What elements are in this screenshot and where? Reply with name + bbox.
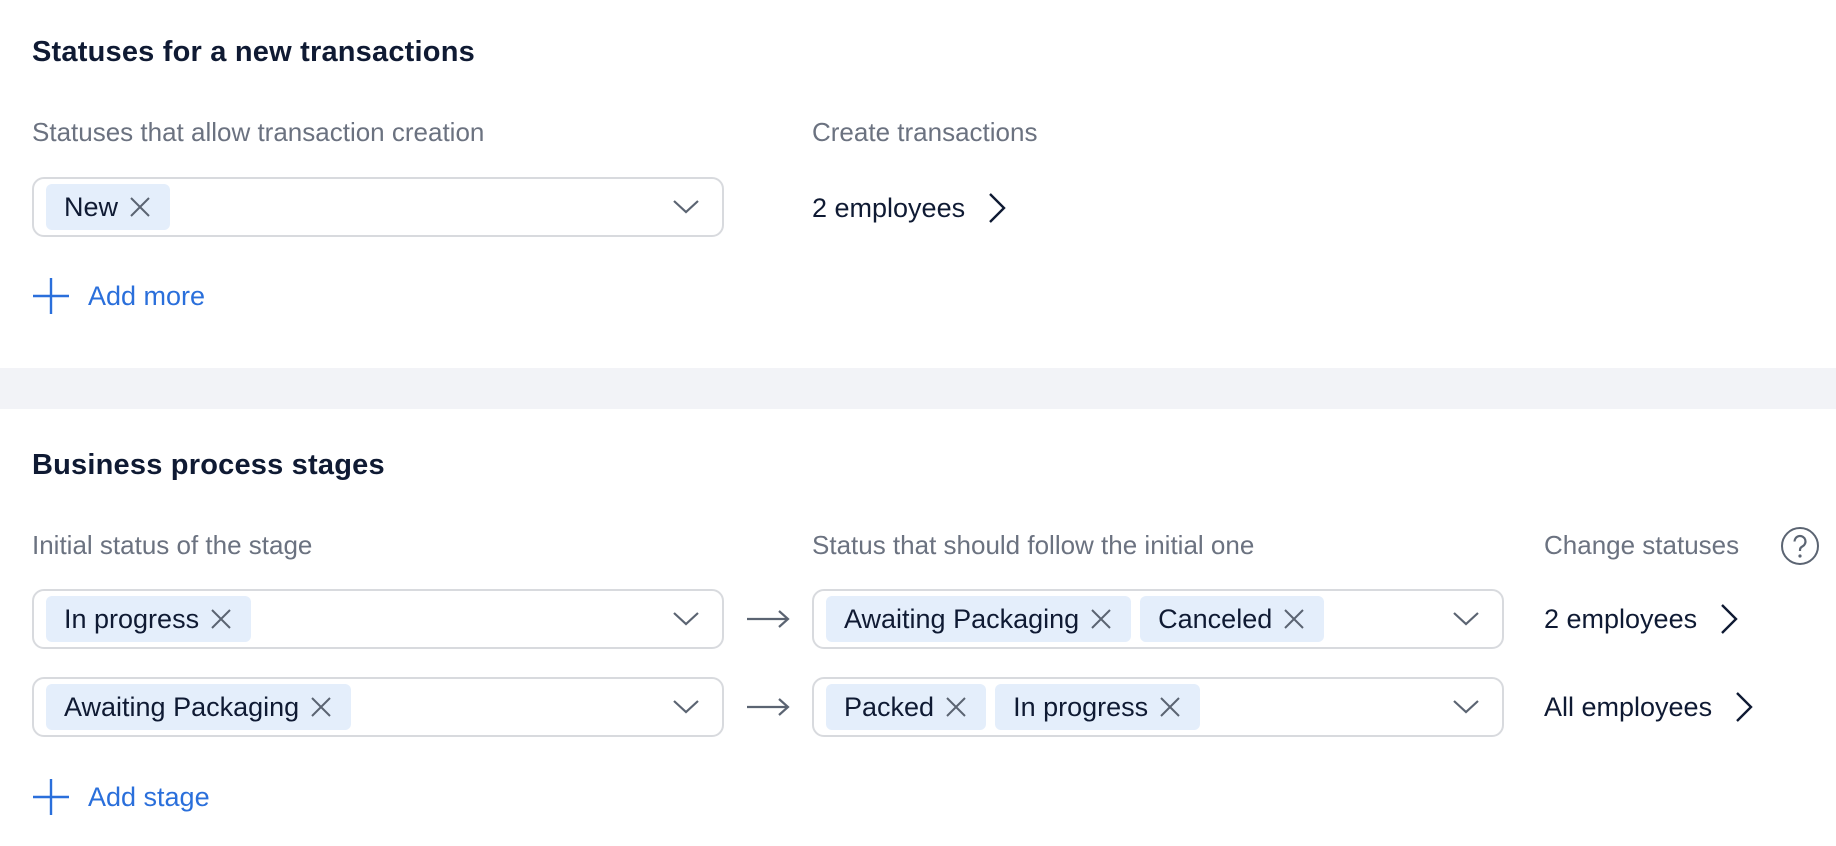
add-stage-button[interactable]: Add stage bbox=[32, 777, 210, 817]
initial-status-select[interactable]: Awaiting Packaging bbox=[32, 677, 724, 737]
section-divider bbox=[0, 368, 1836, 409]
chevron-right-icon bbox=[1721, 604, 1738, 634]
change-statuses-label: Change statuses bbox=[1544, 530, 1740, 560]
arrow-right-icon bbox=[747, 610, 790, 628]
status-chip: Awaiting Packaging bbox=[826, 596, 1132, 642]
chevron-right-icon bbox=[1736, 692, 1753, 722]
close-icon[interactable] bbox=[128, 195, 152, 219]
business-stages-section: Business process stages Initial status o… bbox=[0, 409, 1836, 846]
employees-label: 2 employees bbox=[1544, 603, 1698, 634]
change-employees-link[interactable]: All employees bbox=[1544, 687, 1754, 727]
add-more-button[interactable]: Add more bbox=[32, 276, 205, 316]
chip-label: In progress bbox=[1013, 691, 1149, 722]
section-title: Business process stages bbox=[32, 449, 385, 481]
chevron-down-icon[interactable] bbox=[672, 199, 700, 215]
statuses-label: Statuses that allow transaction creation bbox=[32, 117, 485, 147]
close-icon[interactable] bbox=[1282, 607, 1306, 631]
add-more-label: Add more bbox=[88, 280, 206, 311]
status-chip: Canceled bbox=[1140, 596, 1325, 642]
chip-label: Packed bbox=[844, 691, 935, 722]
statuses-select[interactable]: New bbox=[32, 177, 724, 237]
follow-status-label: Status that should follow the initial on… bbox=[812, 530, 1255, 560]
chip-label: Canceled bbox=[1158, 603, 1273, 634]
follow-status-select[interactable]: Awaiting Packaging Canceled bbox=[812, 589, 1504, 649]
close-icon[interactable] bbox=[209, 607, 233, 631]
help-icon[interactable] bbox=[1780, 526, 1820, 566]
create-employees-link[interactable]: 2 employees bbox=[812, 188, 1007, 228]
chip-label: Awaiting Packaging bbox=[64, 691, 300, 722]
change-employees-link[interactable]: 2 employees bbox=[1544, 599, 1739, 639]
employees-label: All employees bbox=[1544, 691, 1713, 722]
chevron-down-icon[interactable] bbox=[1452, 699, 1480, 715]
status-chip: In progress bbox=[46, 596, 252, 642]
status-chip: New bbox=[46, 184, 171, 230]
close-icon[interactable] bbox=[309, 695, 333, 719]
close-icon[interactable] bbox=[1158, 695, 1182, 719]
chevron-down-icon[interactable] bbox=[672, 611, 700, 627]
close-icon[interactable] bbox=[944, 695, 968, 719]
employees-label: 2 employees bbox=[812, 192, 966, 223]
chip-label: New bbox=[64, 191, 119, 222]
initial-status-label: Initial status of the stage bbox=[32, 530, 313, 560]
chip-label: Awaiting Packaging bbox=[844, 603, 1080, 634]
initial-status-select[interactable]: In progress bbox=[32, 589, 724, 649]
plus-icon bbox=[33, 278, 69, 314]
status-chip: Awaiting Packaging bbox=[46, 684, 352, 730]
chevron-right-icon bbox=[989, 193, 1006, 223]
status-chip: In progress bbox=[995, 684, 1201, 730]
plus-icon bbox=[33, 779, 69, 815]
arrow-right-icon bbox=[747, 698, 790, 716]
chip-label: In progress bbox=[64, 603, 200, 634]
add-stage-label: Add stage bbox=[88, 781, 210, 812]
close-icon[interactable] bbox=[1089, 607, 1113, 631]
status-chip: Packed bbox=[826, 684, 987, 730]
chevron-down-icon[interactable] bbox=[1452, 611, 1480, 627]
new-transactions-section: Statuses for a new transactions Statuses… bbox=[0, 0, 1836, 368]
follow-status-select[interactable]: Packed In progress bbox=[812, 677, 1504, 737]
section-title: Statuses for a new transactions bbox=[32, 36, 475, 68]
create-transactions-label: Create transactions bbox=[812, 117, 1038, 147]
chevron-down-icon[interactable] bbox=[672, 699, 700, 715]
